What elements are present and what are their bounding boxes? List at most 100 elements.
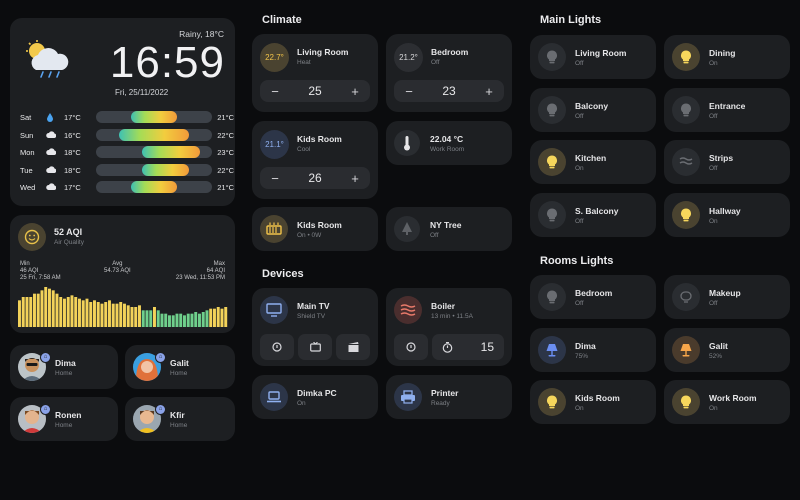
switch-ny-tree[interactable]: NY Tree Off [386,207,512,251]
light-kitchen[interactable]: Kitchen On [530,140,656,184]
light-name: Hallway [709,205,741,216]
lamp-icon [672,335,700,364]
tv-input-button[interactable] [298,334,332,360]
heater-kids-room[interactable]: Kids Room On • 0W [252,207,378,251]
lightbulb-icon [538,283,566,311]
light-bedroom[interactable]: Bedroom Off [530,275,656,319]
person-card-dima[interactable]: ⌂ Dima Home [10,345,118,389]
aqi-header: 52 AQI Air Quality [54,227,84,246]
printer-icon [394,383,422,411]
aqi-bar [175,313,179,327]
light-living-room[interactable]: Living Room Off [530,35,656,79]
aqi-bar [100,303,104,327]
aqi-bar [194,312,198,327]
light-kids-room[interactable]: Kids Room On [530,380,656,424]
device-status: Shield TV [297,313,326,320]
forecast-day: Mon [20,148,35,157]
device-dimka-pc[interactable]: Dimka PC On [252,375,378,419]
sensor-work-room[interactable]: 22.04 °C Work Room [386,121,512,165]
person-card-ronen[interactable]: ⌂ Ronen Home [10,397,118,441]
thermostat-bedroom[interactable]: 21.2° Bedroom Off − 23 + [386,34,512,112]
person-card-kfir[interactable]: ⌂ Kfir Home [125,397,235,441]
aqi-min: Min 46 AQI 25 Fri, 7:58 AM [20,261,61,282]
device-boiler[interactable]: Boiler 13 min • 11.5A 15 [386,288,512,366]
device-name: Dimka PC [297,388,337,398]
light-name: Strips [709,153,734,163]
smiley-icon [18,223,46,251]
forecast-high: 22°C [217,130,234,140]
home-badge-icon: ⌂ [40,404,51,415]
aqi-bar [70,295,74,327]
device-printer[interactable]: Printer Ready [386,375,512,419]
increase-button[interactable]: + [478,80,500,102]
clock-time: 16:59 [109,38,225,87]
temperature-range-fill [130,111,178,123]
person-status: Home [55,422,73,429]
temperature-range-bar [96,128,212,141]
weather-card[interactable]: Rainy, 18°C 16:59 Fri, 25/11/2022 Sat 17°… [10,18,235,206]
aqi-label: Air Quality [54,239,84,246]
setpoint-control: − 25 + [260,80,370,102]
aqi-bar [21,297,25,327]
climate-section-title: Climate [262,14,302,26]
light-makeup[interactable]: Makeup Off [664,275,790,319]
light-balcony[interactable]: Balcony Off [530,87,656,132]
movie-mode-button[interactable] [336,334,370,360]
heater-icon [260,215,288,243]
light-state: Off [709,300,718,307]
forecast-day: Sun [20,130,34,140]
light-entrance[interactable]: Entrance Off [664,87,790,132]
device-name: Printer [431,388,459,398]
aqi-bar [186,313,190,327]
light-work-room[interactable]: Work Room On [664,380,790,424]
light-dining[interactable]: Dining On [664,35,790,79]
thermostat-name: Living Room [297,47,349,57]
device-main-tv[interactable]: Main TV Shield TV [252,288,378,366]
light-s-balcony[interactable]: S. Balcony Off [530,192,656,237]
aqi-bar [119,302,123,327]
aqi-bar [134,307,138,327]
temperature-range-bar [96,163,212,176]
light-dima[interactable]: Dima 75% [530,327,656,372]
light-name: Dima [575,340,596,351]
aqi-bar [179,313,183,327]
thermostat-mode: Heat [297,59,311,66]
aqi-bar [104,302,108,327]
aqi-bar [36,293,40,327]
lightbulb-icon [672,95,700,124]
air-quality-card[interactable]: 52 AQI Air Quality Min 46 AQI 25 Fri, 7:… [10,215,235,333]
forecast-row: Mon 18°C 23°C [20,145,234,159]
heater-name: Kids Room [297,220,342,230]
aqi-bar [156,310,160,327]
aqi-bar [149,310,153,327]
light-galit[interactable]: Galit 52% [664,327,790,372]
aqi-bar [85,298,89,327]
switch-name: NY Tree [430,220,462,230]
light-hallway[interactable]: Hallway On [664,192,790,237]
boiler-timer-control[interactable]: 15 [432,334,504,360]
aqi-bar [209,308,213,327]
increase-button[interactable]: + [344,167,366,189]
forecast-low: 18°C [64,148,81,157]
light-strips[interactable]: Strips Off [664,140,790,184]
increase-button[interactable]: + [344,80,366,102]
person-name: Dima [55,358,76,368]
aqi-bar [205,310,209,327]
device-name: Boiler [431,301,456,311]
cloud-icon [46,183,57,192]
thermostat-kids-room[interactable]: 21.1° Kids Room Cool − 26 + [252,121,378,199]
power-button[interactable] [260,334,294,360]
power-button[interactable] [394,334,428,360]
lamp-icon [538,335,566,364]
aqi-bar [111,303,115,327]
temperature-range-fill [142,146,201,158]
aqi-bar [224,307,228,327]
light-state: Off [575,217,584,225]
forecast-high: 21°C [217,113,234,122]
rooms-lights-section-title: Rooms Lights [540,255,614,267]
light-name: Dining [709,48,736,58]
person-card-galit[interactable]: ⌂ Galit Home [125,345,235,389]
thermostat-name: Kids Room [297,134,342,144]
person-name: Galit [170,358,189,368]
thermostat-living-room[interactable]: 22.7° Living Room Heat − 25 + [252,34,378,112]
